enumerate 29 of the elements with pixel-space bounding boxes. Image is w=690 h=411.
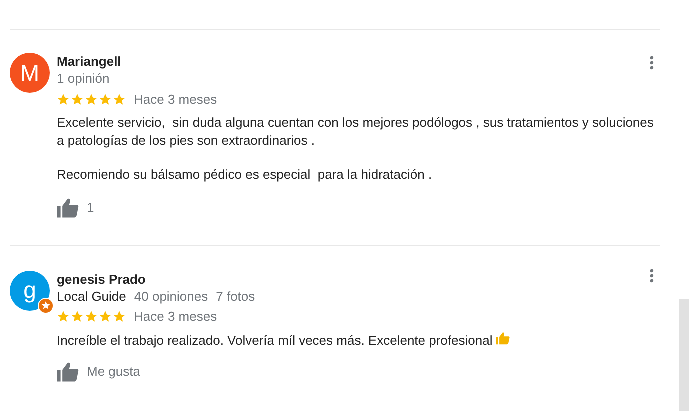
reviewer-name[interactable]: Mariangell xyxy=(57,53,122,70)
reviewer-stat: 40 opiniones xyxy=(134,288,208,305)
star-icon xyxy=(57,92,70,106)
review-text: Excelente servicio, sin duda alguna cuentan con los mejores podólogos , sus tratamientos y soluciones a patologías de los pies son extraordinarios . xyxy=(57,114,655,150)
review-date: Hace 3 meses xyxy=(134,92,218,106)
reviewer-stat: 7 fotos xyxy=(216,288,256,305)
star-icon xyxy=(85,92,98,106)
star-icon xyxy=(113,92,126,106)
star-icon xyxy=(71,310,84,324)
review-text: Increíble el trabajo realizado. Volvería míl veces más. Excelente profesional xyxy=(57,332,657,350)
thumbs-up-icon xyxy=(57,198,79,218)
star-icon xyxy=(71,92,84,106)
scrollbar-thumb[interactable] xyxy=(679,299,689,411)
like-button[interactable]: Me gusta xyxy=(57,362,140,382)
star-icon xyxy=(99,92,112,106)
local-guide-label: Local Guide xyxy=(57,288,126,305)
like-button[interactable]: 1 xyxy=(57,198,94,218)
star-icon xyxy=(85,310,98,324)
review-date: Hace 3 meses xyxy=(134,309,218,324)
reviewer-name[interactable]: genesis Prado xyxy=(57,270,146,288)
reviewer-stat: 1 opinión xyxy=(57,70,110,87)
review-text: Recomiendo su bálsamo pédico es especial para la hidratación . xyxy=(57,166,434,184)
thumbs-up-emoji-icon xyxy=(496,332,510,345)
star-icon xyxy=(57,310,70,324)
thumbs-up-icon xyxy=(57,362,79,382)
avatar: g xyxy=(10,270,50,311)
star-icon xyxy=(113,310,126,324)
star-icon xyxy=(99,310,112,324)
avatar: M xyxy=(10,53,50,93)
